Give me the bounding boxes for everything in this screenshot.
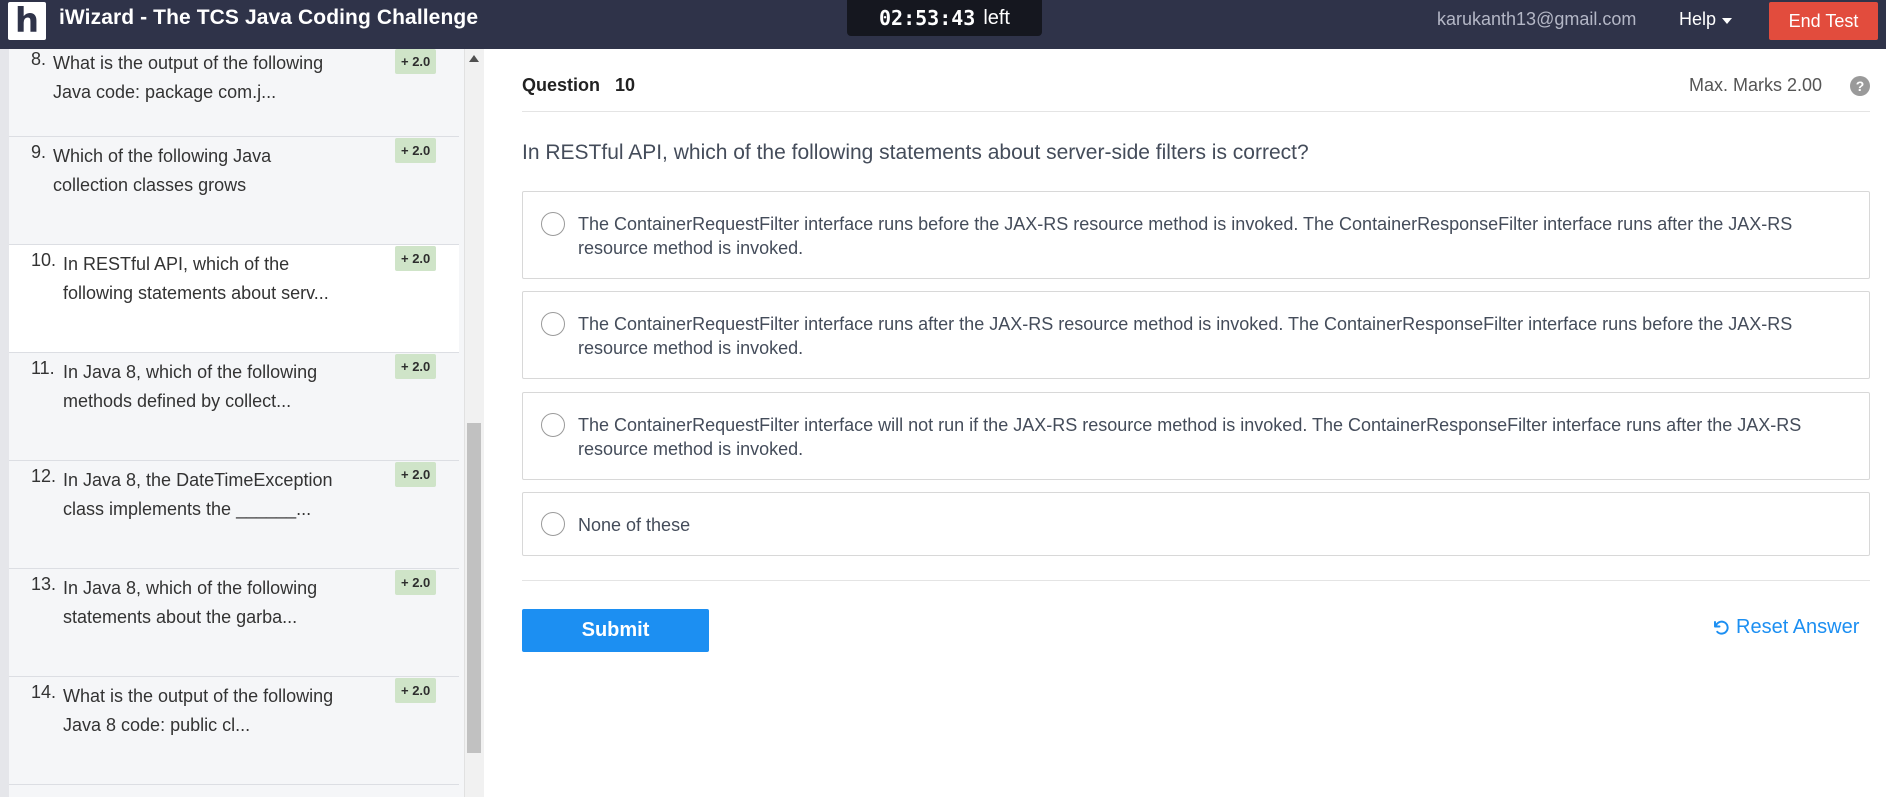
question-list: 8. What is the output of the following J…: [9, 49, 459, 785]
question-preview: In RESTful API, which of the following s…: [63, 254, 329, 303]
radio-button[interactable]: [541, 512, 565, 536]
divider: [522, 580, 1870, 581]
sidebar-scrollbar[interactable]: [464, 49, 484, 797]
radio-button[interactable]: [541, 413, 565, 437]
question-number: 11.: [31, 358, 55, 378]
radio-button[interactable]: [541, 312, 565, 336]
question-list-item-13[interactable]: 13. In Java 8, which of the following st…: [9, 569, 459, 677]
help-menu[interactable]: Help: [1679, 9, 1733, 30]
caret-down-icon: [1722, 17, 1733, 24]
question-number: 9.: [31, 142, 47, 162]
question-number: 10.: [31, 250, 57, 270]
option-text: The ContainerRequestFilter interface wil…: [578, 415, 1802, 459]
hackerearth-logo: h: [8, 2, 46, 40]
question-label: Question: [522, 75, 601, 95]
question-circle-icon[interactable]: ?: [1850, 76, 1870, 96]
option-text: None of these: [578, 515, 691, 535]
marks-badge: + 2.0: [395, 138, 437, 163]
reset-answer-button[interactable]: Reset Answer: [1712, 616, 1859, 639]
answer-option-1[interactable]: The ContainerRequestFilter interface run…: [522, 191, 1870, 279]
divider: [522, 111, 1870, 112]
question-panel: Question 10 Max. Marks 2.00 ? In RESTful…: [484, 49, 1886, 797]
user-email: karukanth13@gmail.com: [1437, 9, 1637, 29]
question-list-item-12[interactable]: 12. In Java 8, the DateTimeException cla…: [9, 461, 459, 569]
question-text: In RESTful API, which of the following s…: [522, 141, 1309, 164]
timer-value: 02:53:43: [878, 6, 976, 30]
question-heading: Question 10: [522, 75, 635, 96]
timer-suffix: left: [983, 6, 1010, 29]
countdown-timer: 02:53:43 left: [847, 0, 1042, 36]
app-title: iWizard - The TCS Java Coding Challenge: [59, 6, 479, 29]
marks-badge: + 2.0: [395, 462, 437, 487]
scroll-up-arrow-icon[interactable]: [469, 55, 479, 62]
max-marks: Max. Marks 2.00: [1689, 75, 1823, 95]
option-text: The ContainerRequestFilter interface run…: [578, 314, 1793, 358]
question-list-item-8[interactable]: 8. What is the output of the following J…: [9, 49, 459, 137]
sidebar-left-strip: [0, 49, 9, 797]
question-number: 8.: [31, 49, 47, 69]
question-list-item-10[interactable]: 10. In RESTful API, which of the followi…: [9, 245, 459, 353]
question-number: 12.: [31, 466, 57, 486]
answer-option-2[interactable]: The ContainerRequestFilter interface run…: [522, 291, 1870, 379]
marks-badge: + 2.0: [395, 678, 437, 703]
question-number: 13.: [31, 574, 57, 594]
help-label: Help: [1679, 9, 1717, 29]
question-list-item-9[interactable]: 9. Which of the following Java collectio…: [9, 137, 459, 245]
end-test-button[interactable]: End Test: [1769, 2, 1878, 40]
question-list-item-14[interactable]: 14. What is the output of the following …: [9, 677, 459, 785]
marks-badge: + 2.0: [395, 49, 437, 74]
question-number: 10: [615, 75, 636, 95]
reset-answer-label: Reset Answer: [1736, 616, 1860, 638]
top-bar: h iWizard - The TCS Java Coding Challeng…: [0, 0, 1886, 49]
answer-option-4[interactable]: None of these: [522, 492, 1870, 556]
question-preview: In Java 8, the DateTimeException class i…: [63, 470, 333, 519]
question-preview: What is the output of the following Java…: [53, 53, 324, 102]
question-preview: In Java 8, which of the following method…: [63, 362, 318, 411]
question-list-item-11[interactable]: 11. In Java 8, which of the following me…: [9, 353, 459, 461]
marks-badge: + 2.0: [395, 570, 437, 595]
question-preview: Which of the following Java collection c…: [53, 146, 272, 195]
marks-badge: + 2.0: [395, 354, 437, 379]
question-sidebar: 8. What is the output of the following J…: [0, 49, 484, 797]
submit-button[interactable]: Submit: [522, 609, 709, 652]
undo-icon: [1714, 620, 1729, 635]
scrollbar-thumb[interactable]: [467, 423, 481, 753]
question-number: 14.: [31, 682, 57, 702]
answer-option-3[interactable]: The ContainerRequestFilter interface wil…: [522, 392, 1870, 480]
marks-badge: + 2.0: [395, 246, 437, 271]
radio-button[interactable]: [541, 212, 565, 236]
question-preview: In Java 8, which of the following statem…: [63, 578, 318, 627]
option-text: The ContainerRequestFilter interface run…: [578, 214, 1793, 258]
question-preview: What is the output of the following Java…: [63, 686, 334, 735]
